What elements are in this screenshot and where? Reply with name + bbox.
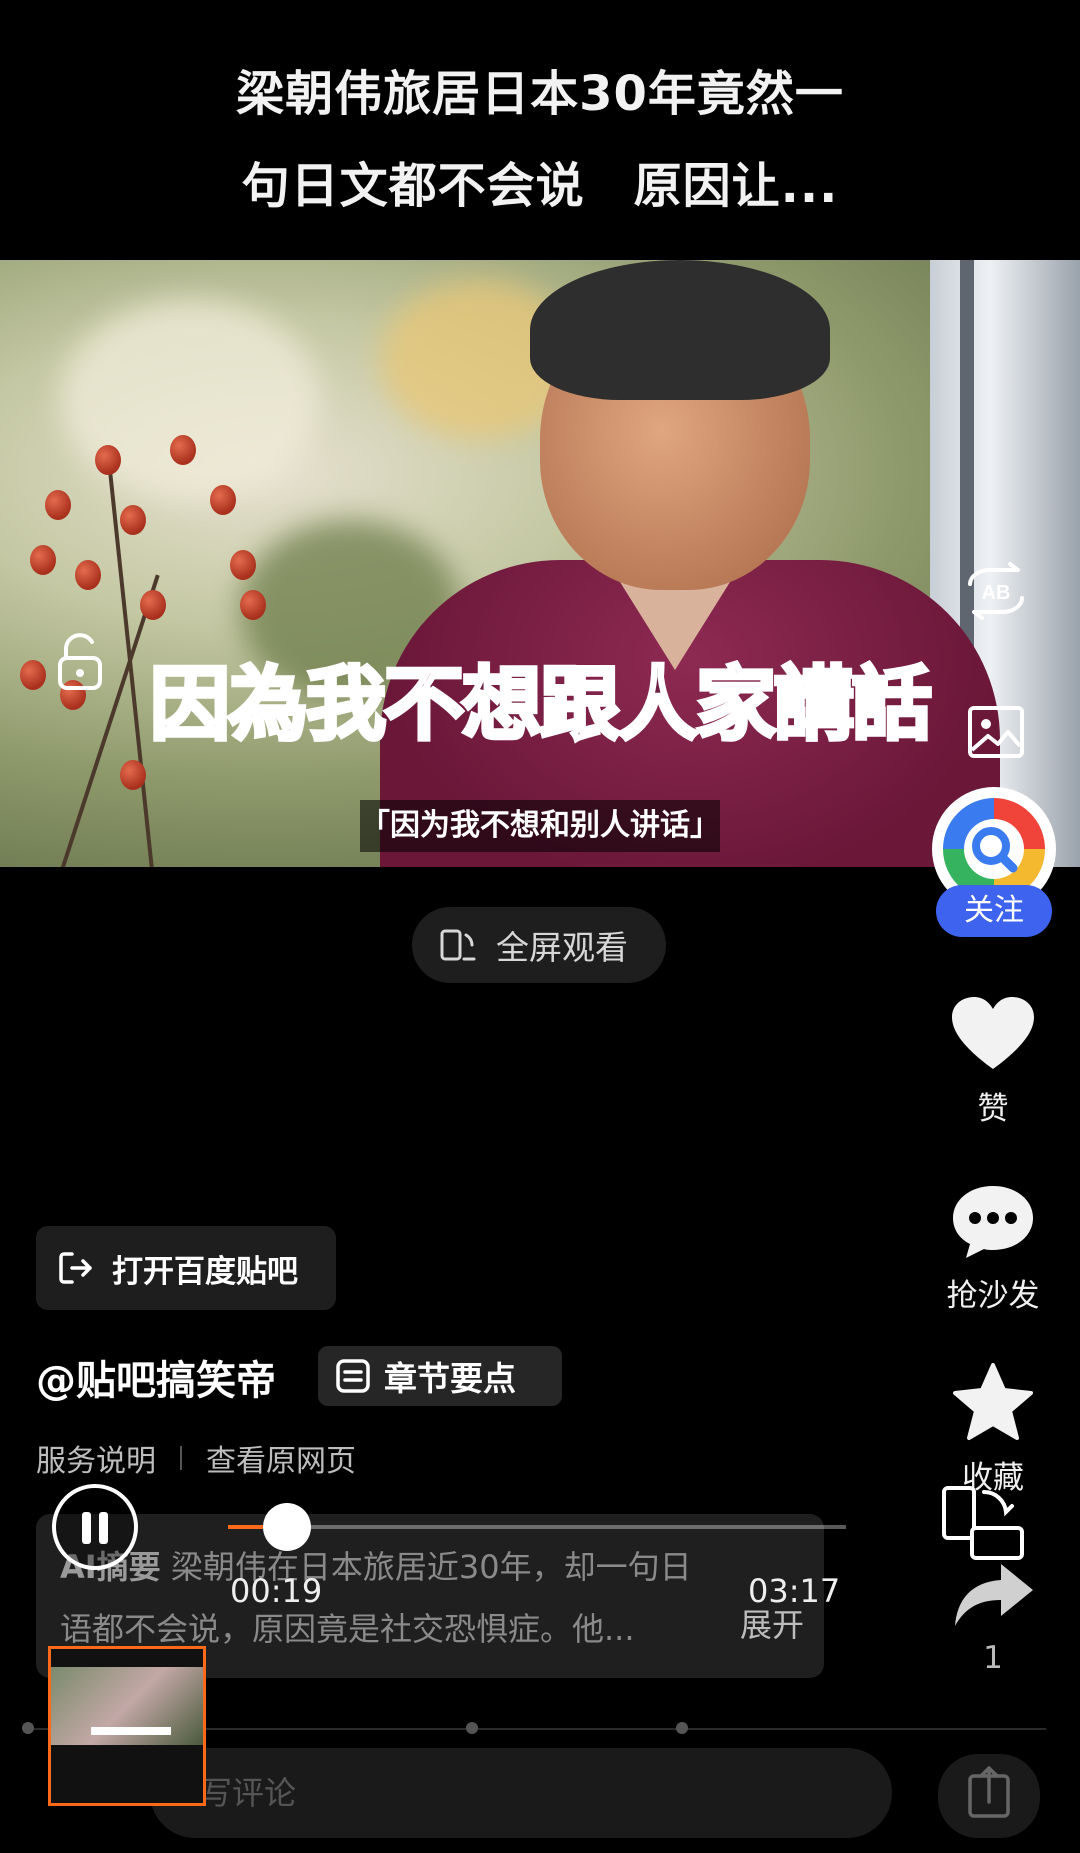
rotate-phone-icon — [440, 929, 476, 961]
chapter-dot[interactable] — [22, 1722, 34, 1734]
like-label: 赞 — [977, 1091, 1009, 1127]
favorite-button[interactable]: 收藏 — [930, 1362, 1056, 1497]
progress-thumb[interactable] — [263, 1503, 312, 1551]
chapter-dot[interactable] — [676, 1722, 688, 1734]
total-time: 03:17 — [748, 1572, 841, 1610]
open-tieba-button[interactable]: 打开百度贴吧 — [36, 1226, 336, 1310]
like-button[interactable]: 赞 — [930, 995, 1056, 1128]
video-player[interactable]: 因為我不想跟人家講話 「因为我不想和别人讲话」 — [0, 260, 1080, 867]
share-button[interactable]: 1 — [930, 1560, 1056, 1676]
share-export-button[interactable] — [938, 1754, 1040, 1838]
video-title-line-2: 句日文都不会说 原因让... — [241, 158, 839, 214]
person-figure — [360, 260, 1000, 867]
divider — [180, 1446, 182, 1470]
chapters-button[interactable]: 章节要点 — [318, 1346, 562, 1406]
video-title: 梁朝伟旅居日本30年竟然一 句日文都不会说 原因让... — [150, 48, 930, 232]
author-name[interactable]: @贴吧搞笑帝 — [36, 1348, 276, 1406]
follow-button[interactable]: 关注 — [936, 885, 1052, 937]
svg-text:AB: AB — [982, 582, 1011, 604]
video-caption-small: 「因为我不想和别人讲话」 — [360, 800, 720, 852]
image-icon[interactable] — [964, 700, 1028, 764]
screen-rotate-icon[interactable] — [936, 1484, 1026, 1570]
current-time: 00:19 — [230, 1572, 323, 1610]
share-count: 1 — [983, 1640, 1003, 1676]
share-arrow-icon — [955, 1564, 1033, 1626]
star-icon — [953, 1363, 1033, 1440]
chapter-list-icon — [336, 1359, 370, 1393]
video-caption-large: 因為我不想跟人家講話 — [148, 656, 934, 753]
share-box-icon — [968, 1766, 1010, 1818]
floating-preview-thumbnail[interactable] — [48, 1646, 206, 1806]
progress-track[interactable] — [228, 1525, 846, 1529]
comment-bubble-icon — [953, 1186, 1033, 1258]
chapter-dot[interactable] — [466, 1722, 478, 1734]
view-original-link[interactable]: 查看原网页 — [206, 1436, 356, 1480]
heart-icon — [952, 997, 1034, 1069]
comment-input[interactable]: 写评论 — [150, 1748, 892, 1838]
service-links: 服务说明 查看原网页 — [36, 1436, 356, 1480]
exit-arrow-icon — [59, 1252, 92, 1284]
pause-button[interactable] — [52, 1484, 138, 1570]
lock-icon[interactable] — [52, 632, 108, 692]
open-tieba-label: 打开百度贴吧 — [112, 1253, 298, 1290]
video-title-line-1: 梁朝伟旅居日本30年竟然一 — [236, 66, 844, 122]
comment-label: 抢沙发 — [946, 1278, 1040, 1314]
fullscreen-button[interactable]: 全屏观看 — [412, 907, 666, 983]
chapters-label: 章节要点 — [384, 1359, 516, 1398]
ab-repeat-icon[interactable]: AB — [958, 562, 1034, 620]
comment-button[interactable]: 抢沙发 — [930, 1182, 1056, 1315]
preview-caption-bar — [91, 1727, 171, 1735]
fullscreen-label: 全屏观看 — [496, 928, 628, 967]
service-description-link[interactable]: 服务说明 — [36, 1436, 156, 1480]
